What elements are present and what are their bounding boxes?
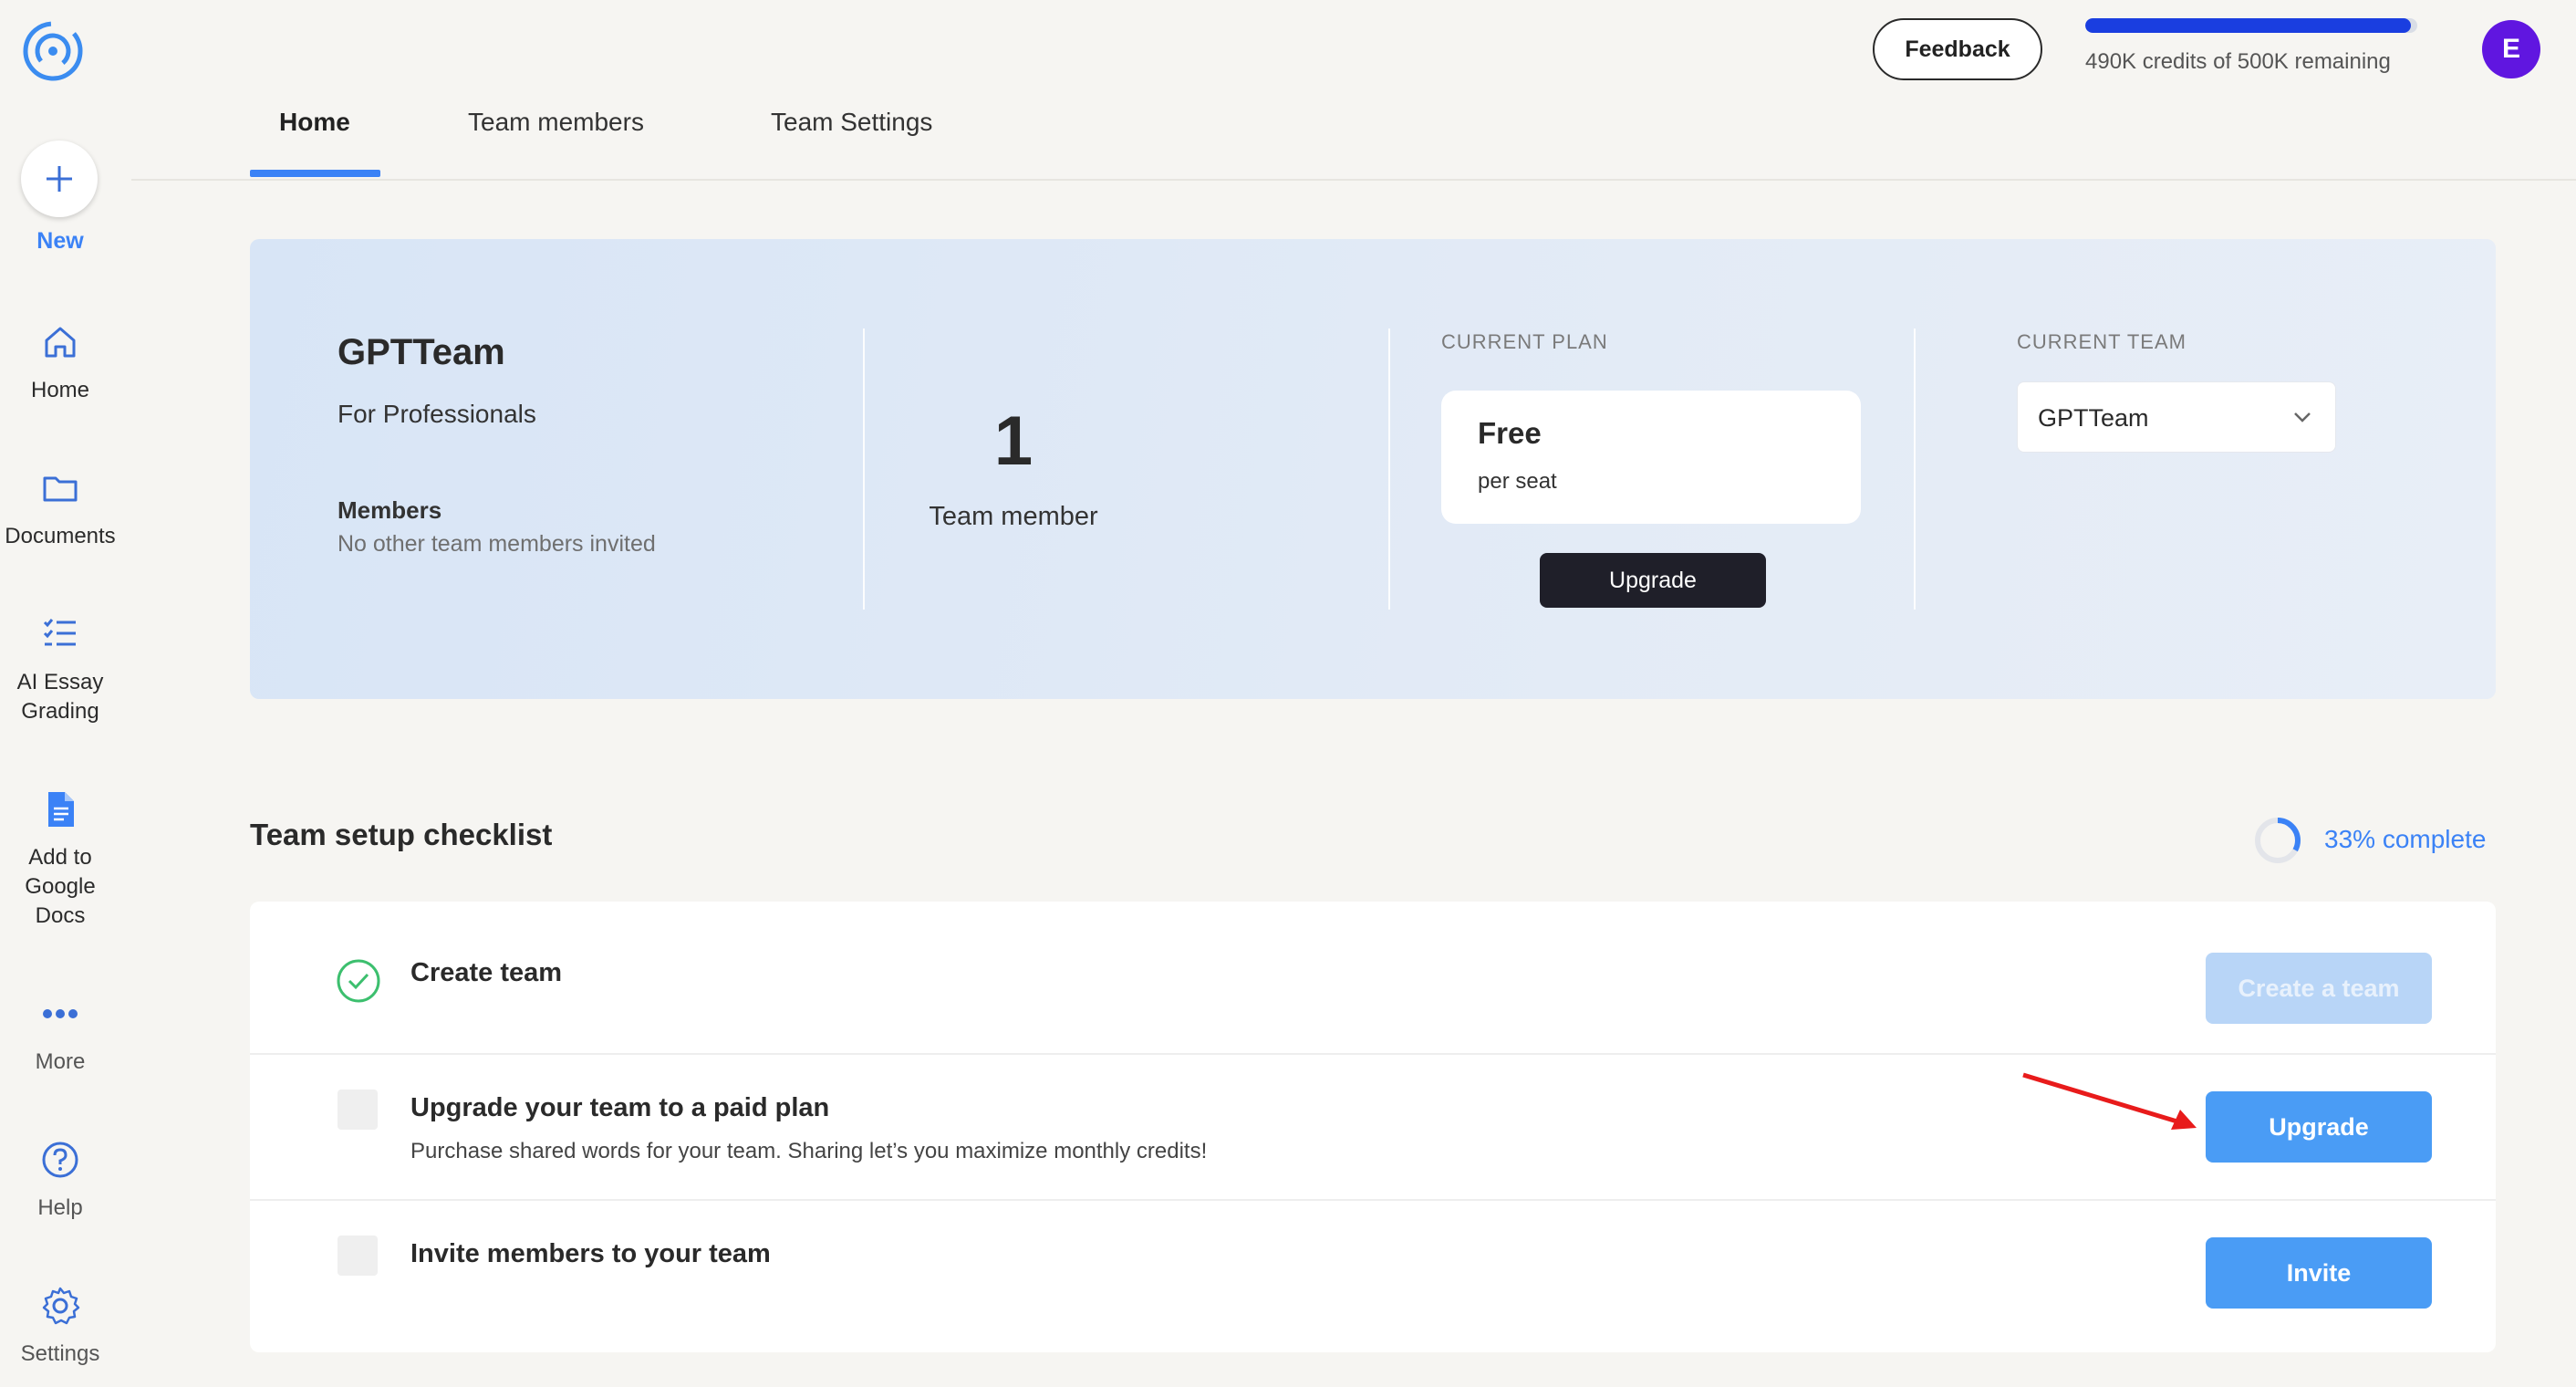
checklist-title: Team setup checklist [250, 818, 553, 851]
checklist-progress-text: 33% complete [2324, 825, 2487, 853]
home-icon [45, 327, 76, 358]
new-button[interactable] [21, 141, 98, 217]
chevron-down-icon [2294, 412, 2311, 422]
folder-icon [43, 476, 78, 502]
checklist-icon [43, 619, 76, 646]
upgrade-plan-button[interactable]: Upgrade [1540, 553, 1766, 608]
sidebar-item-label: Settings [20, 1341, 100, 1366]
sidebar-item-label: More [35, 1049, 86, 1074]
team-summary-card: GPTTeam For Professionals Members No oth… [250, 239, 2496, 699]
tab-home[interactable]: Home [279, 108, 350, 179]
progress-ring-icon [2255, 818, 2301, 863]
plan-name: Free [1478, 416, 1542, 450]
invite-button[interactable]: Invite [2206, 1237, 2432, 1309]
sidebar-item-label: Add to Google Docs [25, 845, 96, 928]
current-team-value: GPTTeam [2038, 404, 2149, 432]
active-tab-indicator [250, 170, 380, 177]
checklist-item: Create team Create a team [250, 902, 2496, 1053]
sidebar-item-label: Home [30, 378, 90, 402]
plus-icon [47, 166, 72, 192]
create-team-button[interactable]: Create a team [2206, 953, 2432, 1024]
member-count-label: Team member [929, 502, 1098, 531]
checklist-checkbox[interactable] [338, 1090, 378, 1130]
sidebar: New Home Documents AI Essay Grading Add … [0, 0, 120, 1387]
checklist-item: Invite members to your team Invite [250, 1201, 2496, 1352]
current-team-select[interactable]: GPTTeam [2017, 381, 2336, 453]
sidebar-item-add-to-google-docs[interactable]: Add to Google Docs [0, 788, 120, 931]
sidebar-item-ai-essay-grading[interactable]: AI Essay Grading [0, 613, 120, 726]
upgrade-team-button[interactable]: Upgrade [2206, 1091, 2432, 1163]
new-label[interactable]: New [0, 228, 120, 255]
checklist-item-description: Purchase shared words for your team. Sha… [410, 1139, 1208, 1163]
gear-icon [42, 1287, 80, 1325]
sidebar-item-more[interactable]: More [0, 993, 120, 1077]
current-plan-heading: CURRENT PLAN [1441, 330, 1608, 353]
sidebar-item-help[interactable]: Help [0, 1139, 120, 1223]
tab-team-members[interactable]: Team members [468, 108, 644, 179]
tabs-divider [131, 179, 2576, 181]
card-divider [1914, 328, 1916, 610]
checklist-item-title: Upgrade your team to a paid plan [410, 1093, 830, 1122]
member-count: 1 [993, 402, 1034, 480]
google-docs-icon [48, 792, 74, 827]
feedback-button[interactable]: Feedback [1873, 18, 2042, 80]
members-title: Members [338, 496, 442, 524]
sidebar-item-home[interactable]: Home [0, 321, 120, 405]
current-plan-box: Free per seat [1441, 391, 1861, 524]
card-divider [1388, 328, 1390, 610]
team-name: GPTTeam [338, 332, 505, 372]
annotation-arrow-icon [2022, 1072, 2197, 1130]
credits-progress-fill [2085, 18, 2411, 33]
members-note: No other team members invited [338, 531, 656, 557]
checklist-item-title: Invite members to your team [410, 1239, 771, 1268]
plan-seat: per seat [1478, 469, 1557, 494]
avatar[interactable]: E [2482, 20, 2540, 78]
checklist-checkbox[interactable] [338, 1236, 378, 1276]
team-subtitle: For Professionals [338, 400, 536, 428]
app-logo-icon[interactable] [18, 16, 88, 86]
help-icon [42, 1142, 78, 1178]
credits-text: 490K credits of 500K remaining [2085, 49, 2391, 74]
current-team-heading: CURRENT TEAM [2017, 330, 2186, 353]
sidebar-item-label: Documents [5, 524, 116, 548]
sidebar-item-label: AI Essay Grading [16, 670, 104, 724]
checklist-item-title: Create team [410, 958, 563, 987]
sidebar-item-label: Help [37, 1195, 83, 1220]
more-icon [43, 1009, 78, 1018]
check-circle-icon [337, 959, 380, 1003]
sidebar-item-documents[interactable]: Documents [0, 467, 120, 551]
credits-progress-bar [2085, 18, 2417, 33]
sidebar-item-settings[interactable]: Settings [0, 1285, 120, 1369]
tab-team-settings[interactable]: Team Settings [771, 108, 932, 179]
